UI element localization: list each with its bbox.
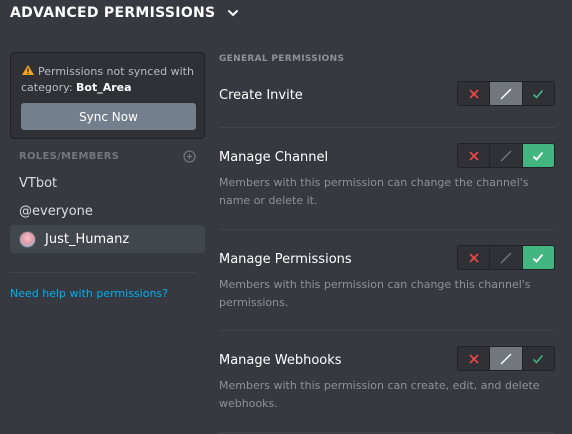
permission-manage-webhooks: Manage Webhooks Members with this permis…: [219, 346, 555, 413]
help-permissions-link[interactable]: Need help with permissions?: [10, 287, 168, 300]
permission-toggle: [457, 143, 555, 168]
member-label: Just_Humanz: [45, 231, 130, 247]
check-icon: [533, 354, 544, 364]
allow-button[interactable]: [521, 246, 554, 269]
permission-create-invite: Create Invite: [219, 81, 555, 106]
neutral-button[interactable]: [489, 246, 522, 269]
slash-icon: [500, 150, 512, 161]
avatar: [19, 230, 36, 248]
permission-manage-permissions: Manage Permissions Members with this per…: [219, 245, 555, 312]
sync-now-button[interactable]: Sync Now: [21, 103, 196, 130]
general-permissions-heading: GENERAL PERMISSIONS: [219, 54, 345, 64]
header-title: ADVANCED PERMISSIONS: [10, 5, 216, 21]
roles-members-header: ROLES/MEMBERS: [19, 150, 196, 163]
neutral-button[interactable]: [489, 144, 522, 167]
sync-message: Permissions not synced with category: Bo…: [21, 64, 199, 96]
allow-button[interactable]: [521, 347, 554, 370]
role-label: VTbot: [19, 175, 58, 191]
permission-toggle: [457, 245, 555, 270]
permission-manage-channel: Manage Channel Members with this permiss…: [219, 143, 555, 210]
deny-icon: [469, 150, 479, 161]
roles-members-label: ROLES/MEMBERS: [19, 151, 120, 162]
check-icon: [533, 89, 544, 99]
slash-icon: [500, 252, 512, 263]
permission-toggle: [457, 346, 555, 371]
divider: [219, 127, 555, 128]
divider: [219, 432, 555, 433]
role-item-everyone[interactable]: @everyone: [10, 197, 205, 225]
add-circle-icon[interactable]: [183, 150, 196, 163]
check-icon: [533, 253, 544, 263]
permission-description: Members with this permission can change …: [219, 176, 529, 207]
deny-button[interactable]: [458, 246, 490, 269]
advanced-permissions-header[interactable]: ADVANCED PERMISSIONS: [10, 5, 241, 21]
deny-button[interactable]: [458, 82, 490, 105]
sync-notice: Permissions not synced with category: Bo…: [10, 52, 205, 139]
role-item-vtbot[interactable]: VTbot: [10, 169, 205, 197]
chevron-down-icon: [228, 10, 239, 17]
permission-description: Members with this permission can change …: [219, 278, 531, 309]
divider: [219, 229, 555, 230]
slash-icon: [500, 353, 512, 364]
member-item-just-humanz[interactable]: Just_Humanz: [10, 225, 205, 253]
allow-button[interactable]: [521, 144, 554, 167]
check-icon: [533, 151, 544, 161]
deny-button[interactable]: [458, 347, 490, 370]
neutral-button[interactable]: [489, 347, 522, 370]
role-label: @everyone: [19, 203, 93, 219]
deny-icon: [469, 88, 479, 99]
neutral-button[interactable]: [489, 82, 522, 105]
deny-icon: [469, 252, 479, 263]
warning-icon: [22, 65, 34, 75]
sync-category: Bot_Area: [76, 81, 132, 94]
deny-icon: [469, 353, 479, 364]
allow-button[interactable]: [521, 82, 554, 105]
divider: [219, 330, 555, 331]
deny-button[interactable]: [458, 144, 490, 167]
sidebar-divider: [10, 272, 196, 273]
permission-toggle: [457, 81, 555, 106]
slash-icon: [500, 88, 512, 99]
permission-description: Members with this permission can create,…: [219, 379, 540, 410]
